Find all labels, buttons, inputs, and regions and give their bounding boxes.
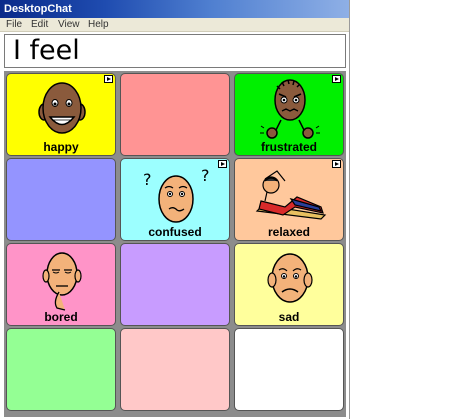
cell-empty[interactable] — [120, 243, 230, 326]
title-bar[interactable]: DesktopChat — [0, 0, 349, 18]
bored-face-icon — [42, 252, 82, 311]
confused-face-icon: ? ? — [143, 166, 210, 223]
svg-text:?: ? — [143, 170, 152, 189]
cell-empty[interactable] — [234, 328, 344, 411]
cell-sad[interactable]: sad — [234, 243, 344, 326]
cell-label: sad — [278, 310, 300, 324]
cell-relaxed[interactable]: relaxed — [234, 158, 344, 241]
menu-bar: File Edit View Help — [0, 18, 349, 32]
symbol-grid: happy frustrated ? ? confused relaxed bo… — [4, 71, 346, 417]
cell-label: bored — [44, 310, 78, 324]
menu-edit[interactable]: Edit — [31, 18, 48, 31]
message-display[interactable]: I feel — [4, 34, 346, 68]
cell-label: confused — [148, 225, 202, 239]
cell-bored[interactable]: bored — [6, 243, 116, 326]
relaxed-person-icon — [255, 170, 327, 220]
cell-label: frustrated — [260, 140, 317, 154]
cell-frustrated[interactable]: frustrated — [234, 73, 344, 156]
cell-confused[interactable]: ? ? confused — [120, 158, 230, 241]
menu-file[interactable]: File — [6, 18, 22, 31]
cell-happy[interactable]: happy — [6, 73, 116, 156]
cell-label: relaxed — [267, 225, 311, 239]
cell-empty[interactable] — [120, 73, 230, 156]
cell-empty[interactable] — [6, 328, 116, 411]
message-text: I feel — [13, 35, 80, 66]
menu-help[interactable]: Help — [88, 18, 109, 31]
desktopchat-window: DesktopChat File Edit View Help I feel h — [0, 0, 350, 419]
cell-empty[interactable] — [120, 328, 230, 411]
cell-label: happy — [43, 140, 79, 154]
sad-face-icon — [267, 253, 313, 303]
svg-text:?: ? — [201, 166, 210, 185]
cell-empty[interactable] — [6, 158, 116, 241]
happy-face-icon — [38, 82, 86, 134]
menu-view[interactable]: View — [58, 18, 80, 31]
window-title: DesktopChat — [4, 3, 72, 15]
frustrated-face-icon — [260, 79, 320, 139]
